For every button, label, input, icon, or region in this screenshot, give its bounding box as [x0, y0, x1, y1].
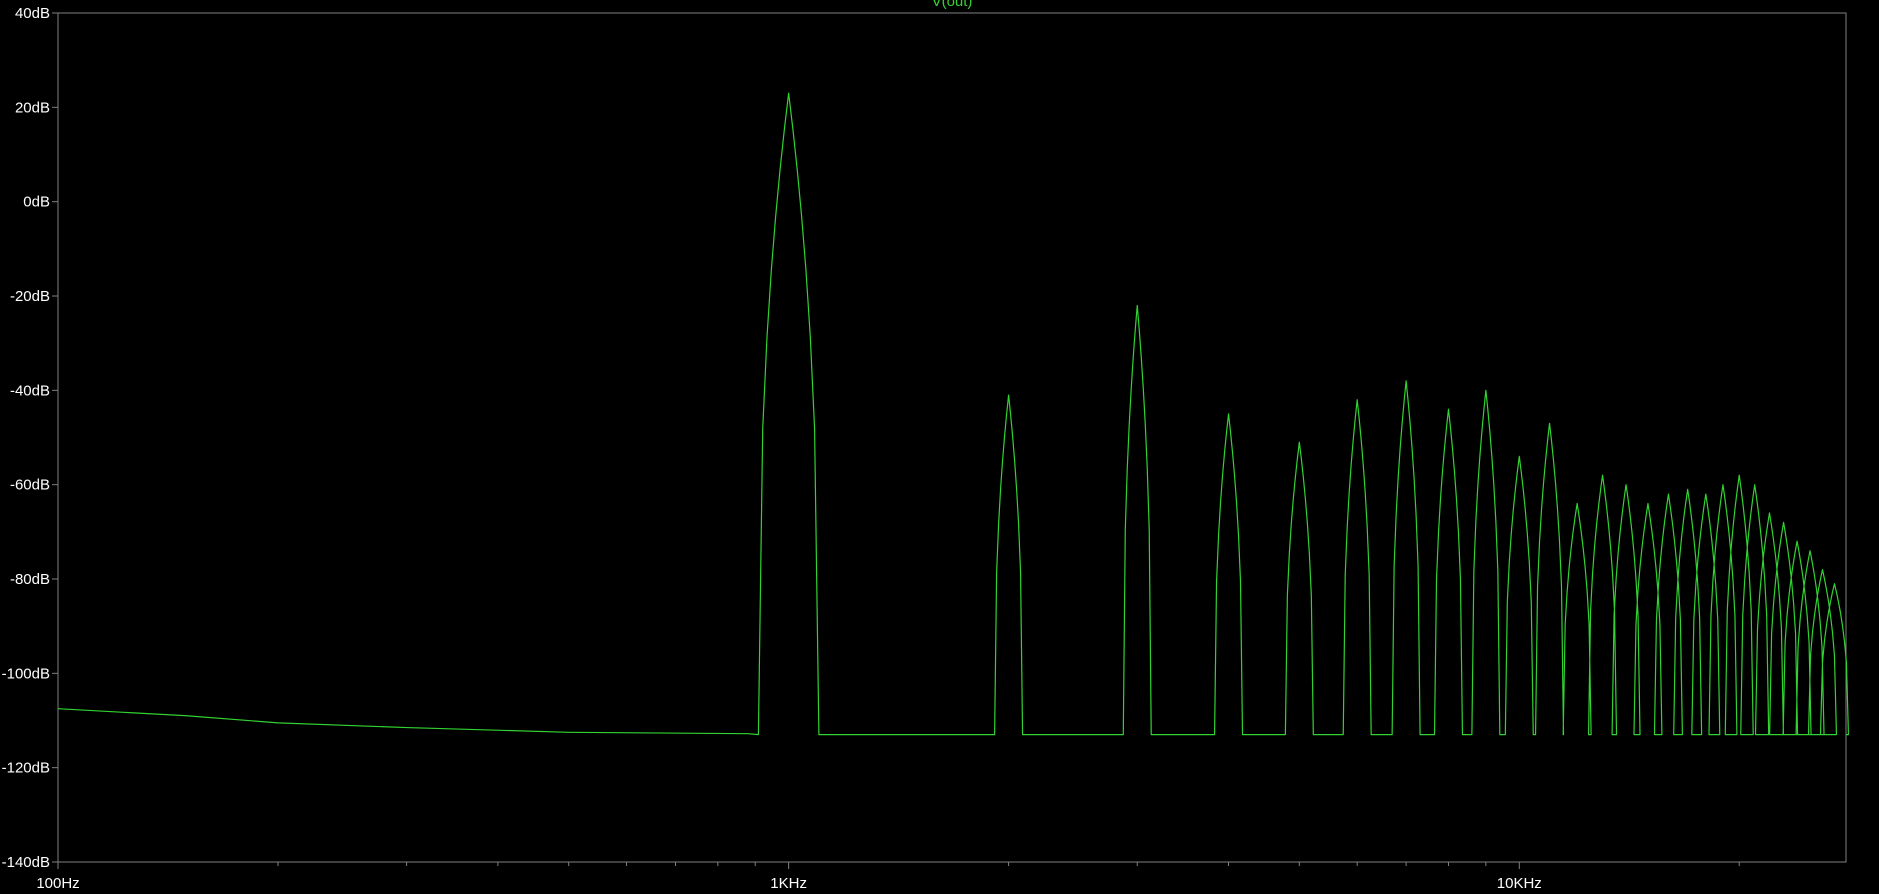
x-tick-label: 1KHz	[770, 875, 807, 892]
y-tick-label: -40dB	[10, 382, 50, 399]
tick-labels: 40dB 20dB 0dB -20dB -40dB -60dB -80dB -100dB -12…	[2, 5, 1542, 892]
y-tick-label: -100dB	[2, 665, 50, 682]
y-tick-label: 0dB	[23, 194, 50, 211]
y-tick-label: 40dB	[15, 5, 50, 22]
spectrum-plot: 40dB 20dB 0dB -20dB -40dB -60dB -80dB -100dB -12…	[0, 0, 1879, 894]
trace-name-label: V(out)	[932, 0, 973, 10]
y-tick-label: 20dB	[15, 99, 50, 116]
y-tick-label: -80dB	[10, 571, 50, 588]
y-tick-label: -120dB	[2, 760, 50, 777]
x-tick-label: 100Hz	[36, 875, 79, 892]
spectrum-chart: 40dB 20dB 0dB -20dB -40dB -60dB -80dB -100dB -12…	[2, 0, 1850, 892]
y-tick-label: -140dB	[2, 854, 50, 871]
y-tick-label: -20dB	[10, 288, 50, 305]
axes	[52, 12, 1847, 869]
x-tick-label: 10KHz	[1497, 875, 1542, 892]
trace-layer	[57, 92, 1850, 736]
trace-vout-line	[57, 92, 1850, 736]
y-tick-label: -60dB	[10, 477, 50, 494]
